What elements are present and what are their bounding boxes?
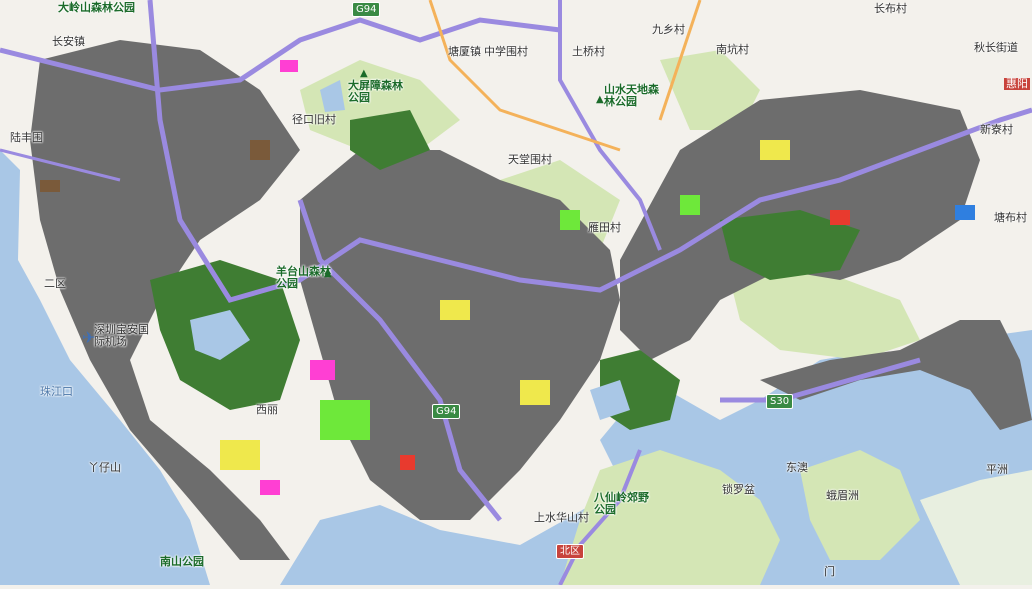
lot-magenta [280, 60, 298, 72]
place-label: 陆丰围 [10, 131, 43, 144]
tree-icon: ▲ [324, 268, 332, 279]
lot-magenta [260, 480, 280, 495]
place-label: 天堂围村 [508, 153, 552, 166]
place-label: 丫仔山 [88, 461, 121, 474]
lot-brown [40, 180, 60, 192]
place-label: 径口旧村 [292, 113, 336, 126]
place-label: 中学围村 [484, 45, 528, 58]
place-label: 深圳宝安国际机场 [94, 323, 149, 348]
map-base [0, 0, 1032, 586]
place-label: 大岭山森林公园 [58, 1, 135, 14]
lot-green [320, 400, 370, 440]
place-label: 锁罗盆 [722, 483, 755, 496]
place-label: 长安镇 [52, 35, 85, 48]
place-label: 九乡村 [652, 23, 685, 36]
district-shield: 北区 [556, 544, 584, 559]
place-label: 山水天地森林公园 [604, 83, 659, 108]
place-label: 大屏障森林公园 [348, 79, 403, 104]
place-label: 惠阳 [1004, 77, 1030, 90]
tree-icon: ▲ [596, 94, 604, 105]
lot-green [560, 210, 580, 230]
place-label: 蛾眉洲 [826, 489, 859, 502]
highway-shield: G94 [432, 404, 461, 419]
tree-icon: ▲ [360, 68, 368, 79]
lot-red [830, 210, 850, 225]
map-canvas[interactable]: 大岭山森林公园 长安镇 塘厦镇 中学围村 土桥村 九乡村 南坑村 秋长街道 长布… [0, 0, 1032, 586]
airport-icon: ✈ [82, 328, 96, 347]
place-label: 西丽 [256, 403, 278, 416]
place-label: 土桥村 [572, 45, 605, 58]
road [428, 0, 621, 152]
place-label: 珠江口 [40, 385, 73, 398]
place-label: 塘布村 [994, 211, 1027, 224]
place-label: 塘厦镇 [448, 45, 481, 58]
lot-brown [250, 140, 270, 160]
place-label: 秋长街道 [974, 41, 1018, 54]
place-label: 长布村 [874, 2, 907, 15]
lot-magenta [310, 360, 335, 380]
highway-shield: G94 [352, 2, 381, 17]
lot-blue [955, 205, 975, 220]
lot-red [400, 455, 415, 470]
place-label: 平洲 [986, 463, 1008, 476]
highway-shield: S30 [766, 394, 794, 409]
place-label: 东澳 [786, 461, 808, 474]
lot-green [680, 195, 700, 215]
lot-yellow [440, 300, 470, 320]
place-label: 南坑村 [716, 43, 749, 56]
place-label: 八仙岭郊野公园 [594, 491, 649, 516]
place-label: 新寮村 [980, 123, 1013, 136]
place-label: 二区 [44, 277, 66, 290]
place-label: 雁田村 [588, 221, 621, 234]
place-label: 门 [824, 565, 835, 578]
park-east [730, 270, 920, 360]
place-label: 南山公园 [160, 555, 204, 568]
place-label: 上水华山村 [534, 511, 589, 524]
lot-yellow [220, 440, 260, 470]
lot-yellow [760, 140, 790, 160]
lot-yellow [520, 380, 550, 405]
